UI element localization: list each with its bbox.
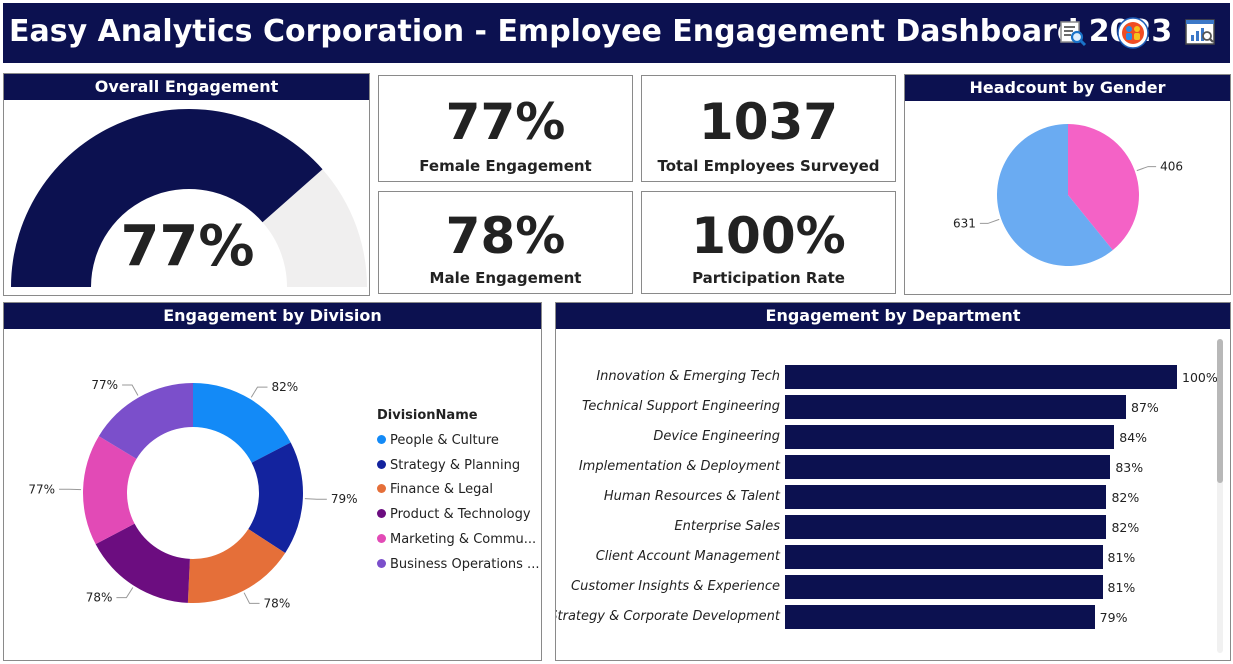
division-label-leader [250, 386, 268, 398]
division-data-label: 82% [271, 380, 298, 394]
report-search-icon[interactable] [1057, 17, 1089, 49]
legend-label: Business Operations ... [390, 557, 540, 572]
legend-label: Marketing & Commu... [390, 532, 537, 547]
legend-dot [377, 484, 386, 493]
legend-dot [377, 534, 386, 543]
division-legend-title: DivisionName [377, 408, 478, 423]
legend-dot [377, 460, 386, 469]
participation-rate-label: Participation Rate [692, 269, 845, 287]
legend-item-strategy-planning[interactable]: Strategy & Planning [377, 458, 520, 473]
legend-item-finance-legal[interactable]: Finance & Legal [377, 482, 493, 497]
department-label: Client Account Management [595, 549, 780, 564]
department-bar[interactable] [785, 575, 1103, 599]
male-engagement-card: 78% Male Engagement [378, 191, 633, 294]
department-label: Enterprise Sales [674, 519, 780, 534]
division-label-leader [243, 592, 260, 604]
overall-engagement-panel: Overall Engagement 77% [3, 73, 370, 296]
department-label: Device Engineering [653, 429, 780, 444]
participation-rate-card: 100% Participation Rate [641, 191, 896, 294]
female-engagement-label: Female Engagement [419, 157, 592, 175]
female-engagement-value: 77% [445, 93, 566, 151]
division-label-leader [116, 587, 134, 599]
department-label: Innovation & Emerging Tech [596, 369, 780, 384]
dashboard-title: Easy Analytics Corporation - Employee En… [9, 14, 1173, 49]
division-panel: Engagement by Division 82% 79% 78% 78% 77% 77… [3, 302, 542, 661]
division-label-leader [122, 384, 139, 396]
legend-dot [377, 435, 386, 444]
department-bar[interactable] [785, 515, 1107, 539]
division-data-label: 77% [91, 378, 118, 392]
department-value-label: 82% [1111, 490, 1140, 505]
legend-item-business-operations[interactable]: Business Operations ... [377, 557, 539, 572]
title-bar: Easy Analytics Corporation - Employee En… [3, 3, 1230, 63]
department-scrollbar[interactable] [1217, 339, 1223, 653]
department-value-label: 83% [1115, 460, 1144, 475]
department-bar[interactable] [785, 545, 1103, 569]
department-label: Implementation & Deployment [578, 459, 780, 474]
analytics-screen-icon[interactable] [1184, 17, 1216, 49]
legend-item-marketing[interactable]: Marketing & Commu... [377, 532, 536, 547]
department-label: Customer Insights & Experience [571, 579, 780, 594]
department-value-label: 81% [1107, 550, 1136, 565]
headcount-gender-panel: Headcount by Gender 406 631 [904, 74, 1231, 295]
total-employees-card: 1037 Total Employees Surveyed [641, 75, 896, 182]
department-bar-chart: Innovation & Emerging Tech 100% Technical … [555, 303, 1230, 660]
department-bar[interactable] [785, 455, 1111, 479]
legend-label: Strategy & Planning [390, 458, 521, 473]
department-value-label: 84% [1119, 430, 1148, 445]
total-employees-value: 1037 [698, 93, 839, 151]
division-data-label: 79% [331, 492, 358, 506]
gender-data-label: 631 [953, 216, 976, 230]
gender-pie-chart: 406 631 [953, 124, 1183, 266]
department-panel: Engagement by Department Innovation & Em… [555, 302, 1231, 661]
legend-label: Finance & Legal [390, 482, 493, 497]
female-engagement-card: 77% Female Engagement [378, 75, 633, 182]
legend-item-product-technology[interactable]: Product & Technology [377, 507, 531, 522]
department-bar[interactable] [785, 485, 1107, 509]
male-engagement-value: 78% [445, 207, 566, 265]
division-data-label: 78% [264, 596, 291, 610]
division-data-label: 78% [86, 591, 113, 605]
participation-rate-value: 100% [691, 207, 846, 265]
people-insights-icon[interactable] [1117, 17, 1149, 49]
legend-label: Product & Technology [390, 507, 531, 522]
gender-label-leader [979, 218, 1000, 224]
division-data-label: 77% [28, 482, 55, 496]
department-value-label: 100% [1182, 370, 1218, 385]
department-label: Strategy & Corporate Development [555, 609, 780, 624]
department-value-label: 79% [1099, 610, 1128, 625]
division-label-leader [304, 498, 327, 500]
department-label: Human Resources & Talent [603, 489, 780, 504]
department-bar[interactable] [785, 605, 1095, 629]
legend-label: People & Culture [390, 433, 499, 448]
department-value-label: 82% [1111, 520, 1140, 535]
department-label: Technical Support Engineering [582, 399, 780, 414]
overall-engagement-value: 77% [120, 214, 255, 279]
total-employees-label: Total Employees Surveyed [657, 157, 880, 175]
scrollbar-thumb[interactable] [1217, 339, 1223, 483]
department-value-label: 81% [1107, 580, 1136, 595]
legend-item-people-culture[interactable]: People & Culture [377, 433, 499, 448]
department-value-label: 87% [1131, 400, 1159, 415]
department-bar[interactable] [785, 425, 1115, 449]
gender-data-label: 406 [1160, 160, 1183, 174]
male-engagement-label: Male Engagement [429, 269, 582, 287]
gender-label-leader [1136, 166, 1157, 172]
department-bar[interactable] [785, 395, 1127, 419]
legend-dot [377, 559, 386, 568]
legend-dot [377, 509, 386, 518]
department-bar[interactable] [785, 365, 1177, 389]
